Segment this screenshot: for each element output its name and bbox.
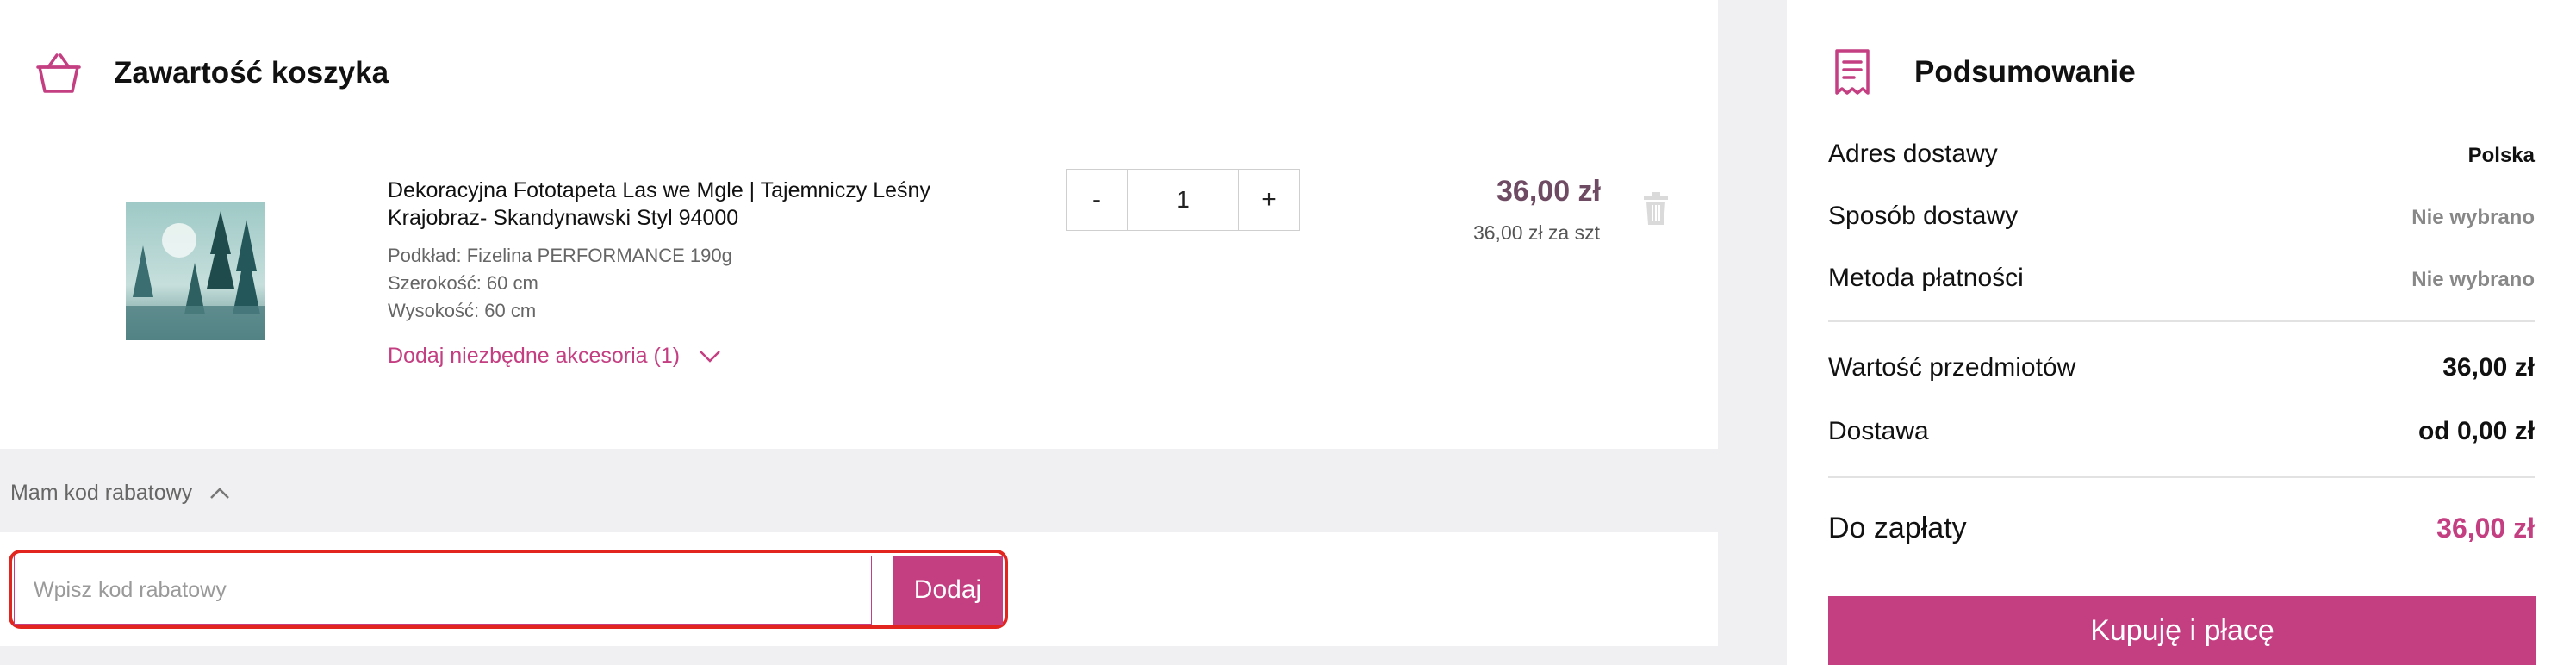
buy-and-pay-button[interactable]: Kupuję i płacę	[1828, 596, 2536, 665]
total-row: Do zapłaty 36,00 zł	[1828, 512, 2535, 545]
shipping-method-value: Nie wybrano	[2411, 206, 2535, 229]
items-value-row: Wartość przedmiotów 36,00 zł	[1828, 353, 2535, 382]
summary-title: Podsumowanie	[1914, 55, 2136, 89]
divider	[1828, 320, 2535, 322]
receipt-icon	[1835, 49, 1870, 95]
shipping-cost-label: Dostawa	[1828, 417, 1929, 445]
item-total-price: 36,00 zł	[1496, 175, 1601, 208]
cart-title: Zawartość koszyka	[114, 56, 389, 90]
shipping-cost-value: od 0,00 zł	[2417, 417, 2535, 445]
accessories-toggle[interactable]: Dodaj niezbędne akcesoria (1)	[388, 344, 1008, 369]
shipping-method-row: Sposób dostawy Nie wybrano	[1828, 202, 2535, 231]
cart-header: Zawartość koszyka	[34, 50, 389, 96]
delivery-address-label: Adres dostawy	[1828, 140, 1998, 168]
discount-toggle-label: Mam kod rabatowy	[10, 481, 193, 505]
chevron-down-icon	[700, 350, 720, 363]
product-name[interactable]: Dekoracyjna Fototapeta Las we Mgle | Taj…	[388, 177, 1008, 232]
payment-method-value: Nie wybrano	[2411, 268, 2535, 291]
total-label: Do zapłaty	[1828, 512, 1967, 544]
shipping-method-label: Sposób dostawy	[1828, 202, 2019, 230]
summary-header: Podsumowanie	[1833, 48, 2136, 96]
item-unit-price: 36,00 zł za szt	[1472, 221, 1600, 244]
quantity-stepper: - 1 +	[1066, 169, 1300, 231]
delivery-address-row: Adres dostawy Polska	[1828, 140, 2535, 169]
shipping-cost-row: Dostawa od 0,00 zł	[1828, 417, 2535, 446]
cart-column: Zawartość koszyka Dekoracyjna Fototapeta…	[0, 0, 1718, 665]
accessories-label: Dodaj niezbędne akcesoria (1)	[388, 344, 681, 368]
quantity-value[interactable]: 1	[1127, 170, 1239, 230]
divider	[1828, 476, 2535, 478]
decrease-quantity-button[interactable]: -	[1067, 170, 1127, 230]
payment-method-label: Metoda płatności	[1828, 264, 2024, 292]
attribute-substrate: Podkład: Fizelina PERFORMANCE 190g	[388, 245, 732, 266]
cart-panel: Zawartość koszyka Dekoracyjna Fototapeta…	[0, 0, 1718, 449]
payment-method-row: Metoda płatności Nie wybrano	[1828, 264, 2535, 293]
attribute-width: Szerokość: 60 cm	[388, 272, 538, 294]
discount-code-toggle[interactable]: Mam kod rabatowy	[10, 481, 230, 506]
basket-icon	[36, 53, 81, 93]
delivery-address-value: Polska	[2467, 144, 2535, 167]
total-value: 36,00 zł	[2436, 513, 2535, 544]
trash-icon[interactable]	[1642, 191, 1670, 226]
chevron-up-icon	[210, 487, 230, 499]
discount-code-input[interactable]	[14, 556, 872, 625]
items-value-label: Wartość przedmiotów	[1828, 353, 2076, 382]
summary-panel: Podsumowanie Adres dostawy Polska Sposób…	[1787, 0, 2576, 665]
attribute-height: Wysokość: 60 cm	[388, 300, 537, 321]
items-value: 36,00 zł	[2442, 353, 2535, 382]
increase-quantity-button[interactable]: +	[1239, 170, 1299, 230]
product-info: Dekoracyjna Fototapeta Las we Mgle | Taj…	[388, 177, 1008, 369]
apply-discount-button[interactable]: Dodaj	[893, 556, 1003, 625]
product-attributes: Podkład: Fizelina PERFORMANCE 190g Szero…	[388, 242, 1008, 325]
product-image[interactable]	[126, 202, 265, 340]
